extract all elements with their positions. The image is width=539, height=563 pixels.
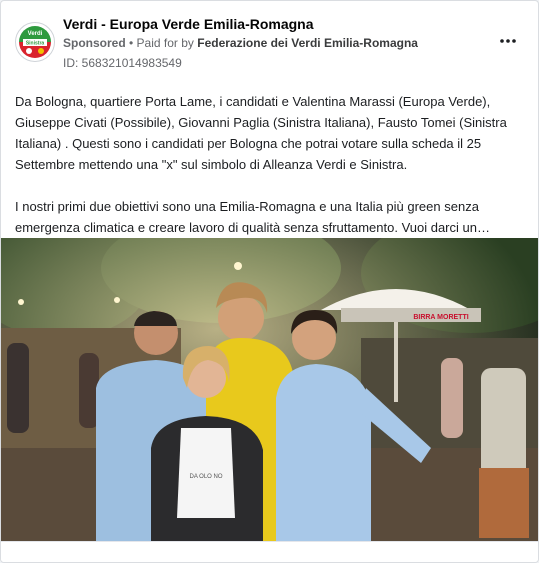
post-body-paragraph-truncated[interactable]: I nostri primi due obiettivi sono una Em… <box>15 196 530 238</box>
sponsored-line: Sponsored • Paid for by Federazione dei … <box>63 36 418 50</box>
page-name-link[interactable]: Verdi - Europa Verde Emilia-Romagna <box>63 16 314 32</box>
paid-for-prefix: Paid for by <box>136 36 198 50</box>
more-horizontal-icon <box>500 39 516 43</box>
post-photo[interactable]: BIRRA MORETTI DA OLO NO <box>1 238 538 541</box>
umbrella-sign: BIRRA MORETTI <box>413 314 468 321</box>
alleanza-verdi-sinistra-logo-icon: Verdi Sinistra <box>18 25 52 59</box>
svg-text:Verdi: Verdi <box>28 31 43 37</box>
post-body: Da Bologna, quartiere Porta Lame, i cand… <box>15 91 530 238</box>
ad-post-card: Verdi Sinistra Verdi - Europa Verde Emil… <box>0 0 539 563</box>
svg-text:Sinistra: Sinistra <box>26 41 45 47</box>
sponsored-label: Sponsored <box>63 36 126 50</box>
group-photo-illustration: BIRRA MORETTI DA OLO NO <box>1 238 538 541</box>
post-body-paragraph: Da Bologna, quartiere Porta Lame, i cand… <box>15 94 507 172</box>
more-options-button[interactable] <box>497 31 519 51</box>
shirt-print: DA OLO NO <box>189 474 222 480</box>
post-footer <box>1 541 538 562</box>
meta-separator: • <box>125 36 137 50</box>
ad-id: ID: 568321014983549 <box>63 56 182 70</box>
payer-link[interactable]: Federazione dei Verdi Emilia-Romagna <box>197 36 418 50</box>
page-avatar[interactable]: Verdi Sinistra <box>15 22 55 62</box>
post-header: Verdi Sinistra Verdi - Europa Verde Emil… <box>1 1 538 81</box>
